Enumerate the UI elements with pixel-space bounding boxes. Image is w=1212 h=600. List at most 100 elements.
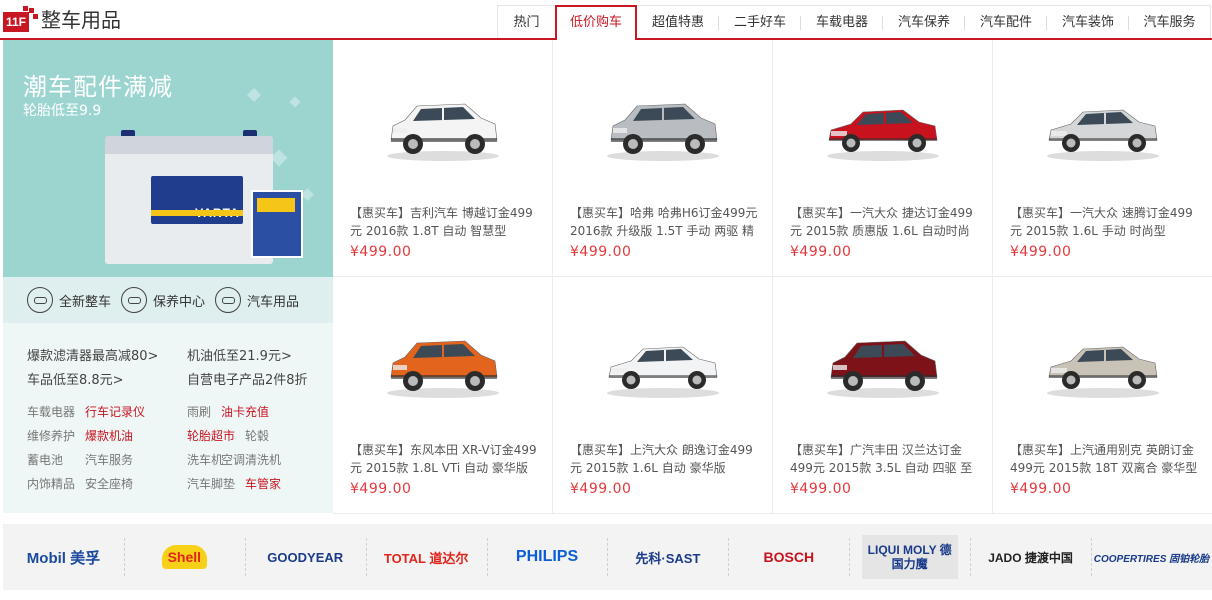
brand-logo[interactable]: PHILIPS bbox=[486, 524, 608, 590]
quick-link-label: 保养中心 bbox=[153, 294, 206, 310]
category-link[interactable]: 雨刷 bbox=[187, 403, 211, 420]
brand-logo[interactable]: Shell bbox=[123, 524, 245, 590]
battery-label: VARTA bbox=[151, 176, 243, 224]
product-card[interactable]: 【惠买车】东风本田 XR-V订金499元 2015款 1.8L VTi 自动 豪… bbox=[333, 277, 553, 514]
product-name[interactable]: 【惠买车】上汽通用别克 英朗订金499元 2015款 18T 双离合 豪华型 bbox=[1010, 441, 1200, 477]
car-image[interactable] bbox=[823, 329, 943, 401]
promo-link[interactable]: 车品低至8.8元> bbox=[27, 369, 124, 388]
category-link[interactable]: 爆款机油 bbox=[85, 427, 133, 444]
category-link[interactable]: 轮毂 bbox=[245, 427, 269, 444]
floor-number: 11F bbox=[3, 12, 29, 32]
battery-box-label bbox=[257, 198, 295, 212]
quick-link-0[interactable]: 全新整车 bbox=[27, 287, 111, 313]
product-name[interactable]: 【惠买车】广汽丰田 汉兰达订金499元 2015款 3.5L 自动 四驱 至尊 bbox=[790, 441, 980, 477]
car-image[interactable] bbox=[823, 92, 943, 164]
category-link[interactable]: 车管家 bbox=[245, 475, 281, 492]
steering-wheel-icon bbox=[215, 287, 242, 313]
car-image[interactable] bbox=[603, 329, 723, 401]
floor-header: 11F 整车用品 热门 低价购车 超值特惠 二手好车 车载电器 汽车保养 汽车配件 汽车装饰汽… bbox=[0, 0, 1212, 40]
product-name[interactable]: 【惠买车】东风本田 XR-V订金499元 2015款 1.8L VTi 自动 豪… bbox=[350, 441, 540, 477]
product-card[interactable]: 【惠买车】一汽大众 捷达订金499元 2015款 质惠版 1.6L 自动时尚型 ¥… bbox=[773, 40, 993, 277]
brand-name: PHILIPS bbox=[515, 548, 579, 565]
product-name[interactable]: 【惠买车】一汽大众 速腾订金499元 2015款 1.6L 手动 时尚型 bbox=[1010, 204, 1200, 240]
decor-diamond bbox=[246, 87, 262, 103]
product-card[interactable]: 【惠买车】吉利汽车 博越订金499元 2016款 1.8T 自动 智慧型 ¥499… bbox=[333, 40, 553, 277]
product-card[interactable]: 【惠买车】哈弗 哈弗H6订金499元 2016款 升级版 1.5T 手动 两驱 … bbox=[553, 40, 773, 277]
car-image[interactable] bbox=[1043, 92, 1163, 164]
brand-logo[interactable]: COOPERTIRES 固铂轮胎 bbox=[1091, 524, 1212, 590]
brand-name: GOODYEAR bbox=[267, 549, 344, 565]
quick-link-1[interactable]: 保养中心 bbox=[121, 287, 205, 313]
product-name[interactable]: 【惠买车】吉利汽车 博越订金499元 2016款 1.8T 自动 智慧型 bbox=[350, 204, 540, 240]
category-link[interactable]: 油卡充值 bbox=[221, 403, 269, 420]
brand-logo[interactable]: LIQUI MOLY 德国力魔 bbox=[849, 524, 970, 590]
product-price: ¥499.00 bbox=[570, 244, 632, 260]
product-grid: 【惠买车】吉利汽车 博越订金499元 2016款 1.8T 自动 智慧型 ¥499… bbox=[333, 40, 1212, 514]
battery-product-image: VARTA bbox=[105, 130, 303, 264]
product-name[interactable]: 【惠买车】一汽大众 捷达订金499元 2015款 质惠版 1.6L 自动时尚型 bbox=[790, 204, 980, 240]
promo-subtitle: 轮胎低至9.9 bbox=[23, 103, 102, 119]
product-name[interactable]: 【惠买车】上汽大众 朗逸订金499元 2015款 1.6L 自动 豪华版 bbox=[570, 441, 760, 477]
product-name[interactable]: 【惠买车】哈弗 哈弗H6订金499元 2016款 升级版 1.5T 手动 两驱 … bbox=[570, 204, 760, 240]
tab-0[interactable]: 热门 bbox=[498, 5, 555, 38]
category-link[interactable]: 安全座椅 bbox=[85, 475, 133, 492]
floor-badge: 11F bbox=[3, 6, 38, 32]
brand-name: TOTAL 道达尔 bbox=[383, 550, 469, 566]
product-price: ¥499.00 bbox=[350, 481, 412, 497]
brand-logo[interactable]: GOODYEAR bbox=[244, 524, 366, 590]
category-link[interactable]: 行车记录仪 bbox=[85, 403, 145, 420]
brand-logo[interactable]: BOSCH bbox=[728, 524, 849, 590]
car-icon bbox=[27, 287, 53, 313]
product-card[interactable]: 【惠买车】广汽丰田 汉兰达订金499元 2015款 3.5L 自动 四驱 至尊 ¥… bbox=[773, 277, 993, 514]
brand-name: LIQUI MOLY 德国力魔 bbox=[861, 535, 958, 579]
car-image[interactable] bbox=[383, 92, 503, 164]
product-card[interactable]: 【惠买车】上汽通用别克 英朗订金499元 2015款 18T 双离合 豪华型 ¥4… bbox=[993, 277, 1212, 514]
category-link[interactable]: 汽车服务 bbox=[85, 451, 133, 468]
tab-2[interactable]: 超值特惠 bbox=[637, 5, 719, 38]
category-link[interactable]: 轮胎超市 bbox=[187, 427, 235, 444]
category-link[interactable]: 汽车脚垫 bbox=[187, 475, 235, 492]
battery-stripe bbox=[151, 210, 243, 216]
promo-banner[interactable]: 潮车配件满减 轮胎低至9.9 VARTA bbox=[3, 40, 333, 277]
battery-box bbox=[251, 190, 303, 258]
brand-name: JADO 捷渡中国 bbox=[988, 550, 1073, 565]
car-image[interactable] bbox=[603, 92, 723, 164]
category-link[interactable]: 空调清洗机 bbox=[221, 451, 281, 468]
brand-logo[interactable]: JADO 捷渡中国 bbox=[970, 524, 1091, 590]
brand-name: BOSCH bbox=[763, 549, 815, 565]
category-link[interactable]: 洗车机 bbox=[187, 451, 223, 468]
quick-link-2[interactable]: 汽车用品 bbox=[215, 287, 299, 313]
tab-3[interactable]: 二手好车 bbox=[719, 5, 801, 38]
category-link[interactable]: 车载电器 bbox=[27, 403, 75, 420]
category-link[interactable]: 内饰精品 bbox=[27, 475, 75, 492]
product-card[interactable]: 【惠买车】一汽大众 速腾订金499元 2015款 1.6L 手动 时尚型 ¥499… bbox=[993, 40, 1212, 277]
floor-title: 整车用品 bbox=[41, 8, 121, 32]
product-card[interactable]: 【惠买车】上汽大众 朗逸订金499元 2015款 1.6L 自动 豪华版 ¥499… bbox=[553, 277, 773, 514]
decor-diamond bbox=[301, 188, 314, 201]
product-price: ¥499.00 bbox=[790, 244, 852, 260]
tab-6[interactable]: 汽车配件 bbox=[965, 5, 1047, 38]
brand-name: COOPERTIRES 固铂轮胎 bbox=[1093, 553, 1210, 565]
brand-logo[interactable]: 先科·SAST bbox=[607, 524, 728, 590]
product-price: ¥499.00 bbox=[1010, 481, 1072, 497]
promo-title: 潮车配件满减 bbox=[23, 73, 173, 101]
category-links-panel: 爆款滤清器最高减80> 机油低至21.9元> 车品低至8.8元> 自营电子产品2件8折… bbox=[3, 323, 333, 513]
badge-dot bbox=[29, 8, 34, 13]
tab-7[interactable]: 汽车装饰 bbox=[1047, 5, 1129, 38]
product-price: ¥499.00 bbox=[1010, 244, 1072, 260]
brand-logo[interactable]: TOTAL 道达尔 bbox=[365, 524, 487, 590]
tab-1[interactable]: 低价购车 bbox=[555, 5, 637, 40]
brand-logo[interactable]: Mobil 美孚 bbox=[3, 524, 124, 590]
category-link[interactable]: 维修养护 bbox=[27, 427, 75, 444]
badge-dot bbox=[23, 6, 28, 11]
car-image[interactable] bbox=[1043, 329, 1163, 401]
car-image[interactable] bbox=[383, 329, 503, 401]
category-link[interactable]: 蓄电池 bbox=[27, 451, 63, 468]
tab-8[interactable]: 汽车服务 bbox=[1129, 5, 1211, 38]
promo-link[interactable]: 爆款滤清器最高减80> bbox=[27, 345, 158, 364]
promo-link[interactable]: 自营电子产品2件8折 bbox=[187, 369, 308, 388]
tab-5[interactable]: 汽车保养 bbox=[883, 5, 965, 38]
decor-diamond bbox=[289, 96, 301, 108]
promo-link[interactable]: 机油低至21.9元> bbox=[187, 345, 292, 364]
tab-4[interactable]: 车载电器 bbox=[801, 5, 883, 38]
